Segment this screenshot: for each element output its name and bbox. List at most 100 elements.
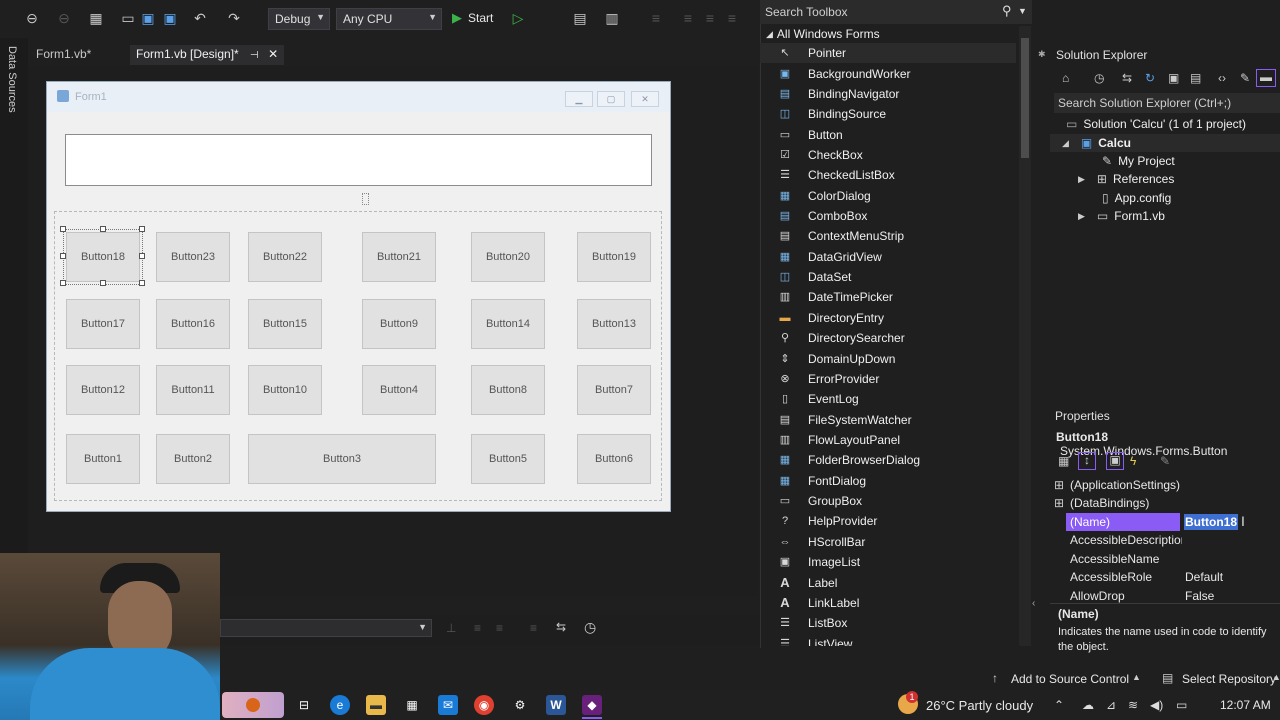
collapse-panel-icon[interactable]: ‹ bbox=[1032, 598, 1035, 609]
toolbox-item-contextmenustrip[interactable]: ▤ ContextMenuStrip bbox=[760, 226, 1016, 246]
project-node[interactable]: ◢ ▣ Calcu bbox=[1062, 136, 1131, 150]
cloud-icon[interactable]: ☁ bbox=[1082, 698, 1094, 712]
new-project-icon[interactable]: ▦ bbox=[88, 10, 104, 26]
button6[interactable]: Button6 bbox=[577, 434, 651, 484]
toolbox-search[interactable]: Search Toolbox ⚲ ▼ bbox=[760, 0, 1032, 24]
tools-icon[interactable]: ⇆ bbox=[556, 620, 566, 634]
undo-icon[interactable]: ↶ bbox=[192, 10, 208, 26]
prop-data-bindings[interactable]: (DataBindings) bbox=[1070, 496, 1149, 510]
save-all-icon[interactable]: ▣ bbox=[162, 10, 178, 26]
toolbox-item-errorprovider[interactable]: ⊗ ErrorProvider bbox=[760, 369, 1016, 389]
prop-application-settings[interactable]: (ApplicationSettings) bbox=[1070, 478, 1180, 492]
toolbox-item-eventlog[interactable]: ▯ EventLog bbox=[760, 389, 1016, 409]
preview-icon[interactable]: ▬ bbox=[1256, 69, 1276, 87]
toolbox-item-checkedlistbox[interactable]: ☰ CheckedListBox bbox=[760, 165, 1016, 185]
events-icon[interactable]: ϟ bbox=[1130, 454, 1136, 468]
toolbox-item-label[interactable]: A Label bbox=[760, 573, 1016, 593]
chevron-down-icon[interactable]: ▼ bbox=[1018, 6, 1027, 16]
pin-icon[interactable]: ⊣ bbox=[250, 50, 259, 61]
button7[interactable]: Button7 bbox=[577, 365, 651, 415]
prop-name-value-input[interactable]: Button18 bbox=[1185, 515, 1237, 529]
button3[interactable]: Button3 bbox=[248, 434, 436, 484]
store-icon[interactable]: ▦ bbox=[402, 695, 422, 715]
prop-accessible-name[interactable]: AccessibleName bbox=[1070, 552, 1159, 566]
center-icon-2[interactable]: ≡ bbox=[702, 10, 718, 26]
button9[interactable]: Button9 bbox=[362, 299, 436, 349]
redo-icon[interactable]: ↷ bbox=[226, 10, 242, 26]
toolbox-item-backgroundworker[interactable]: ▣ BackgroundWorker bbox=[760, 64, 1016, 84]
toolbox-item-hscrollbar[interactable]: ⇔ HScrollBar bbox=[760, 532, 1016, 552]
collapse-all-icon[interactable]: ▣ bbox=[1168, 71, 1179, 85]
expand-icon[interactable]: ⊞ bbox=[1054, 478, 1064, 492]
volume-icon[interactable]: ◀) bbox=[1150, 698, 1163, 712]
toolbox-item-flowlayoutpanel[interactable]: ▥ FlowLayoutPanel bbox=[760, 430, 1016, 450]
selection-handle[interactable] bbox=[139, 280, 145, 286]
selection-handle[interactable] bbox=[139, 253, 145, 259]
network-icon[interactable]: ⊿ bbox=[1106, 698, 1116, 712]
button13[interactable]: Button13 bbox=[577, 299, 651, 349]
chrome-icon[interactable]: ◉ bbox=[474, 695, 494, 715]
sync-icon[interactable]: ⇆ bbox=[1122, 71, 1132, 85]
toolbox-item-filesystemwatcher[interactable]: ▤ FileSystemWatcher bbox=[760, 410, 1016, 430]
expand-icon[interactable]: ⊞ bbox=[1054, 496, 1064, 510]
tree-item-app-config[interactable]: ▯ App.config bbox=[1102, 191, 1171, 205]
properties-icon[interactable]: ▣ bbox=[1106, 452, 1124, 470]
chevron-up-icon[interactable]: ⌃ bbox=[1054, 698, 1064, 712]
property-pages-icon[interactable]: ✎ bbox=[1160, 454, 1170, 468]
toolbox-item-combobox[interactable]: ▤ ComboBox bbox=[760, 206, 1016, 226]
platform-dropdown[interactable]: Any CPU ▼ bbox=[336, 8, 442, 30]
find-icon[interactable]: ⊥ bbox=[446, 621, 456, 635]
file-explorer-icon[interactable]: ▬ bbox=[366, 695, 386, 715]
button14[interactable]: Button14 bbox=[471, 299, 545, 349]
prop-name[interactable]: (Name) bbox=[1070, 515, 1110, 529]
tab-form1-design[interactable]: Form1.vb [Design]* ⊣ ✕ bbox=[130, 45, 285, 65]
calculator-display-textbox[interactable] bbox=[65, 134, 652, 186]
search-highlight-icon[interactable] bbox=[222, 692, 284, 718]
visual-studio-icon[interactable]: ◆ bbox=[582, 695, 602, 715]
history-icon[interactable]: ◷ bbox=[1094, 71, 1104, 85]
start-button[interactable]: ▶ Start bbox=[452, 10, 493, 26]
solution-node[interactable]: ▭ Solution 'Calcu' (1 of 1 project) bbox=[1066, 117, 1246, 131]
button20[interactable]: Button20 bbox=[471, 232, 545, 282]
prop-accessible-role-value[interactable]: Default bbox=[1185, 570, 1223, 584]
toolbox-item-helpprovider[interactable]: ? HelpProvider bbox=[760, 511, 1016, 531]
toolbox-item-imagelist[interactable]: ▣ ImageList bbox=[760, 552, 1016, 572]
refresh-icon[interactable]: ↻ bbox=[1145, 71, 1155, 85]
prop-allow-drop[interactable]: AllowDrop bbox=[1070, 589, 1125, 603]
prop-accessible-role[interactable]: AccessibleRole bbox=[1070, 570, 1152, 584]
toolbox-scrollbar[interactable] bbox=[1019, 26, 1031, 646]
clear-icon[interactable]: ≡ bbox=[474, 621, 481, 635]
solution-search[interactable]: Search Solution Explorer (Ctrl+;) bbox=[1054, 93, 1280, 113]
start-without-debug-icon[interactable]: ▷ bbox=[510, 10, 526, 26]
open-folder-icon[interactable]: ▭ bbox=[120, 10, 136, 26]
save-icon[interactable]: ▣ bbox=[140, 10, 156, 26]
tree-item-my-project[interactable]: ✎ My Project bbox=[1102, 154, 1175, 168]
selection-handle[interactable] bbox=[60, 280, 66, 286]
button1[interactable]: Button1 bbox=[66, 434, 140, 484]
solution-search-input[interactable]: Search Solution Explorer (Ctrl+;) bbox=[1058, 96, 1231, 110]
toolbox-item-bindingnavigator[interactable]: ▤ BindingNavigator bbox=[760, 84, 1016, 104]
toolbox-item-domainupdown[interactable]: ⇕ DomainUpDown bbox=[760, 349, 1016, 369]
selection-handle[interactable] bbox=[139, 226, 145, 232]
button2[interactable]: Button2 bbox=[156, 434, 230, 484]
toolbox-item-checkbox[interactable]: ☑ CheckBox bbox=[760, 145, 1016, 165]
toolbox-item-dataset[interactable]: ◫ DataSet bbox=[760, 267, 1016, 287]
prop-accessible-description[interactable]: AccessibleDescriptior bbox=[1070, 533, 1182, 547]
button22[interactable]: Button22 bbox=[248, 232, 322, 282]
toolbox-item-directorysearcher[interactable]: ⚲ DirectorySearcher bbox=[760, 328, 1016, 348]
align-icon[interactable]: ≡ bbox=[648, 10, 664, 26]
toolbox-item-bindingsource[interactable]: ◫ BindingSource bbox=[760, 104, 1016, 124]
toolbox-item-button[interactable]: ▭ Button bbox=[760, 125, 1016, 145]
toolbox-item-folderbrowserdialog[interactable]: ▦ FolderBrowserDialog bbox=[760, 450, 1016, 470]
button5[interactable]: Button5 bbox=[471, 434, 545, 484]
toolbox-item-colordialog[interactable]: ▦ ColorDialog bbox=[760, 186, 1016, 206]
data-sources-tab[interactable]: Data Sources bbox=[6, 46, 18, 113]
wifi-icon[interactable]: ≋ bbox=[1128, 698, 1138, 712]
task-view-icon[interactable]: ⊟ bbox=[294, 695, 314, 715]
selection-handle[interactable] bbox=[100, 280, 106, 286]
resize-handle[interactable] bbox=[362, 193, 369, 205]
prop-allow-drop-value[interactable]: False bbox=[1185, 589, 1214, 603]
center-icon[interactable]: ≡ bbox=[680, 10, 696, 26]
toolbox-item-groupbox[interactable]: ▭ GroupBox bbox=[760, 491, 1016, 511]
properties-object-selector[interactable]: Button18 System.Windows.Forms.Button bbox=[1056, 430, 1280, 458]
